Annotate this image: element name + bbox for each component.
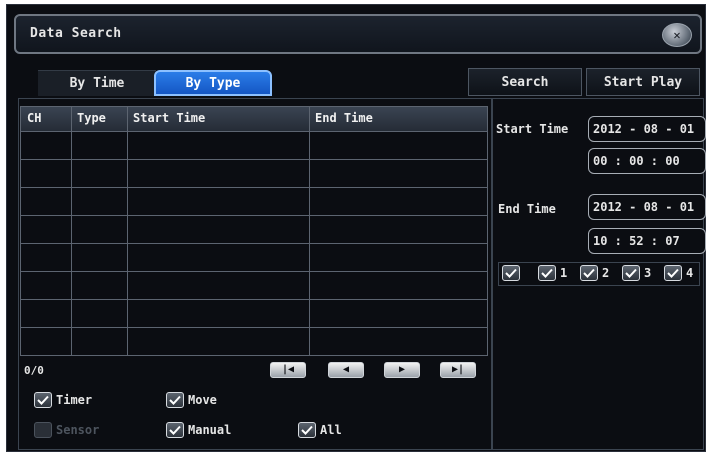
filter-label: Move [188, 393, 217, 407]
row-divider [21, 215, 487, 216]
filter-label: Sensor [56, 423, 100, 437]
checkmark-icon [667, 268, 679, 278]
channel-label: 2 [602, 266, 610, 280]
column-divider [309, 107, 310, 355]
next-page-button[interactable]: ▶ [384, 362, 420, 378]
channel-2-checkbox[interactable]: 2 [580, 265, 609, 281]
title-bar: Data Search ✕ [14, 14, 702, 54]
column-divider [71, 107, 72, 355]
channel-label: 3 [644, 266, 652, 280]
first-page-button[interactable]: |◀ [270, 362, 306, 378]
row-divider [21, 159, 487, 160]
row-divider [21, 187, 487, 188]
channel-4-checkbox[interactable]: 4 [664, 265, 693, 281]
last-page-icon: ▶| [451, 364, 465, 375]
column-header-type: Type [77, 111, 106, 125]
search-button[interactable]: Search [468, 68, 582, 96]
checkmark-icon [169, 395, 181, 405]
filter-label: Manual [188, 423, 232, 437]
close-icon: ✕ [673, 28, 681, 42]
column-header-end-time: End Time [315, 111, 373, 125]
table-header: CH Type Start Time End Time [21, 107, 487, 131]
start-time-field[interactable]: 00 : 00 : 00 [588, 148, 706, 174]
filter-move[interactable]: Move [166, 392, 217, 408]
start-date-field[interactable]: 2012 - 08 - 01 [588, 116, 706, 142]
results-table: CH Type Start Time End Time [20, 106, 488, 356]
end-time-field[interactable]: 10 : 52 : 07 [588, 228, 706, 254]
filter-sensor: Sensor [34, 422, 99, 438]
filter-manual[interactable]: Manual [166, 422, 231, 438]
tab-by-time[interactable]: By Time [38, 70, 156, 96]
row-divider [21, 327, 487, 328]
checkbox[interactable] [298, 422, 316, 438]
row-divider [21, 271, 487, 272]
filter-all[interactable]: All [298, 422, 342, 438]
checkbox[interactable] [538, 265, 556, 281]
checkbox [34, 422, 52, 438]
row-divider [21, 243, 487, 244]
checkmark-icon [37, 395, 49, 405]
end-date-field[interactable]: 2012 - 08 - 01 [588, 194, 706, 220]
row-divider [21, 299, 487, 300]
checkbox[interactable] [580, 265, 598, 281]
filter-label: Timer [56, 393, 93, 407]
last-page-button[interactable]: ▶| [440, 362, 476, 378]
checkbox[interactable] [664, 265, 682, 281]
column-header-start-time: Start Time [133, 111, 206, 125]
channel-label: 1 [560, 266, 568, 280]
column-divider [127, 107, 128, 355]
tab-by-type[interactable]: By Type [154, 70, 272, 96]
checkmark-icon [625, 268, 637, 278]
checkbox[interactable] [502, 265, 520, 281]
start-play-button[interactable]: Start Play [586, 68, 700, 96]
checkbox[interactable] [166, 422, 184, 438]
checkbox[interactable] [166, 392, 184, 408]
channel-1-checkbox[interactable]: 1 [538, 265, 567, 281]
row-divider [21, 131, 487, 132]
first-page-icon: |◀ [281, 364, 295, 375]
next-page-icon: ▶ [398, 364, 406, 375]
filter-timer[interactable]: Timer [34, 392, 92, 408]
checkmark-icon [505, 268, 517, 278]
previous-page-icon: ◀ [342, 364, 350, 375]
window-title: Data Search [30, 26, 122, 41]
result-count: 0/0 [24, 364, 44, 377]
channel-all-checkbox[interactable] [502, 265, 524, 281]
start-time-label: Start Time [496, 122, 569, 136]
end-time-label: End Time [498, 202, 556, 216]
channel-label: 4 [686, 266, 694, 280]
close-button[interactable]: ✕ [662, 23, 692, 47]
checkmark-icon [541, 268, 553, 278]
checkbox[interactable] [34, 392, 52, 408]
checkmark-icon [169, 425, 181, 435]
previous-page-button[interactable]: ◀ [328, 362, 364, 378]
column-header-ch: CH [27, 111, 42, 125]
channel-3-checkbox[interactable]: 3 [622, 265, 651, 281]
checkmark-icon [583, 268, 595, 278]
checkmark-icon [301, 425, 313, 435]
filter-label: All [320, 423, 342, 437]
checkbox[interactable] [622, 265, 640, 281]
